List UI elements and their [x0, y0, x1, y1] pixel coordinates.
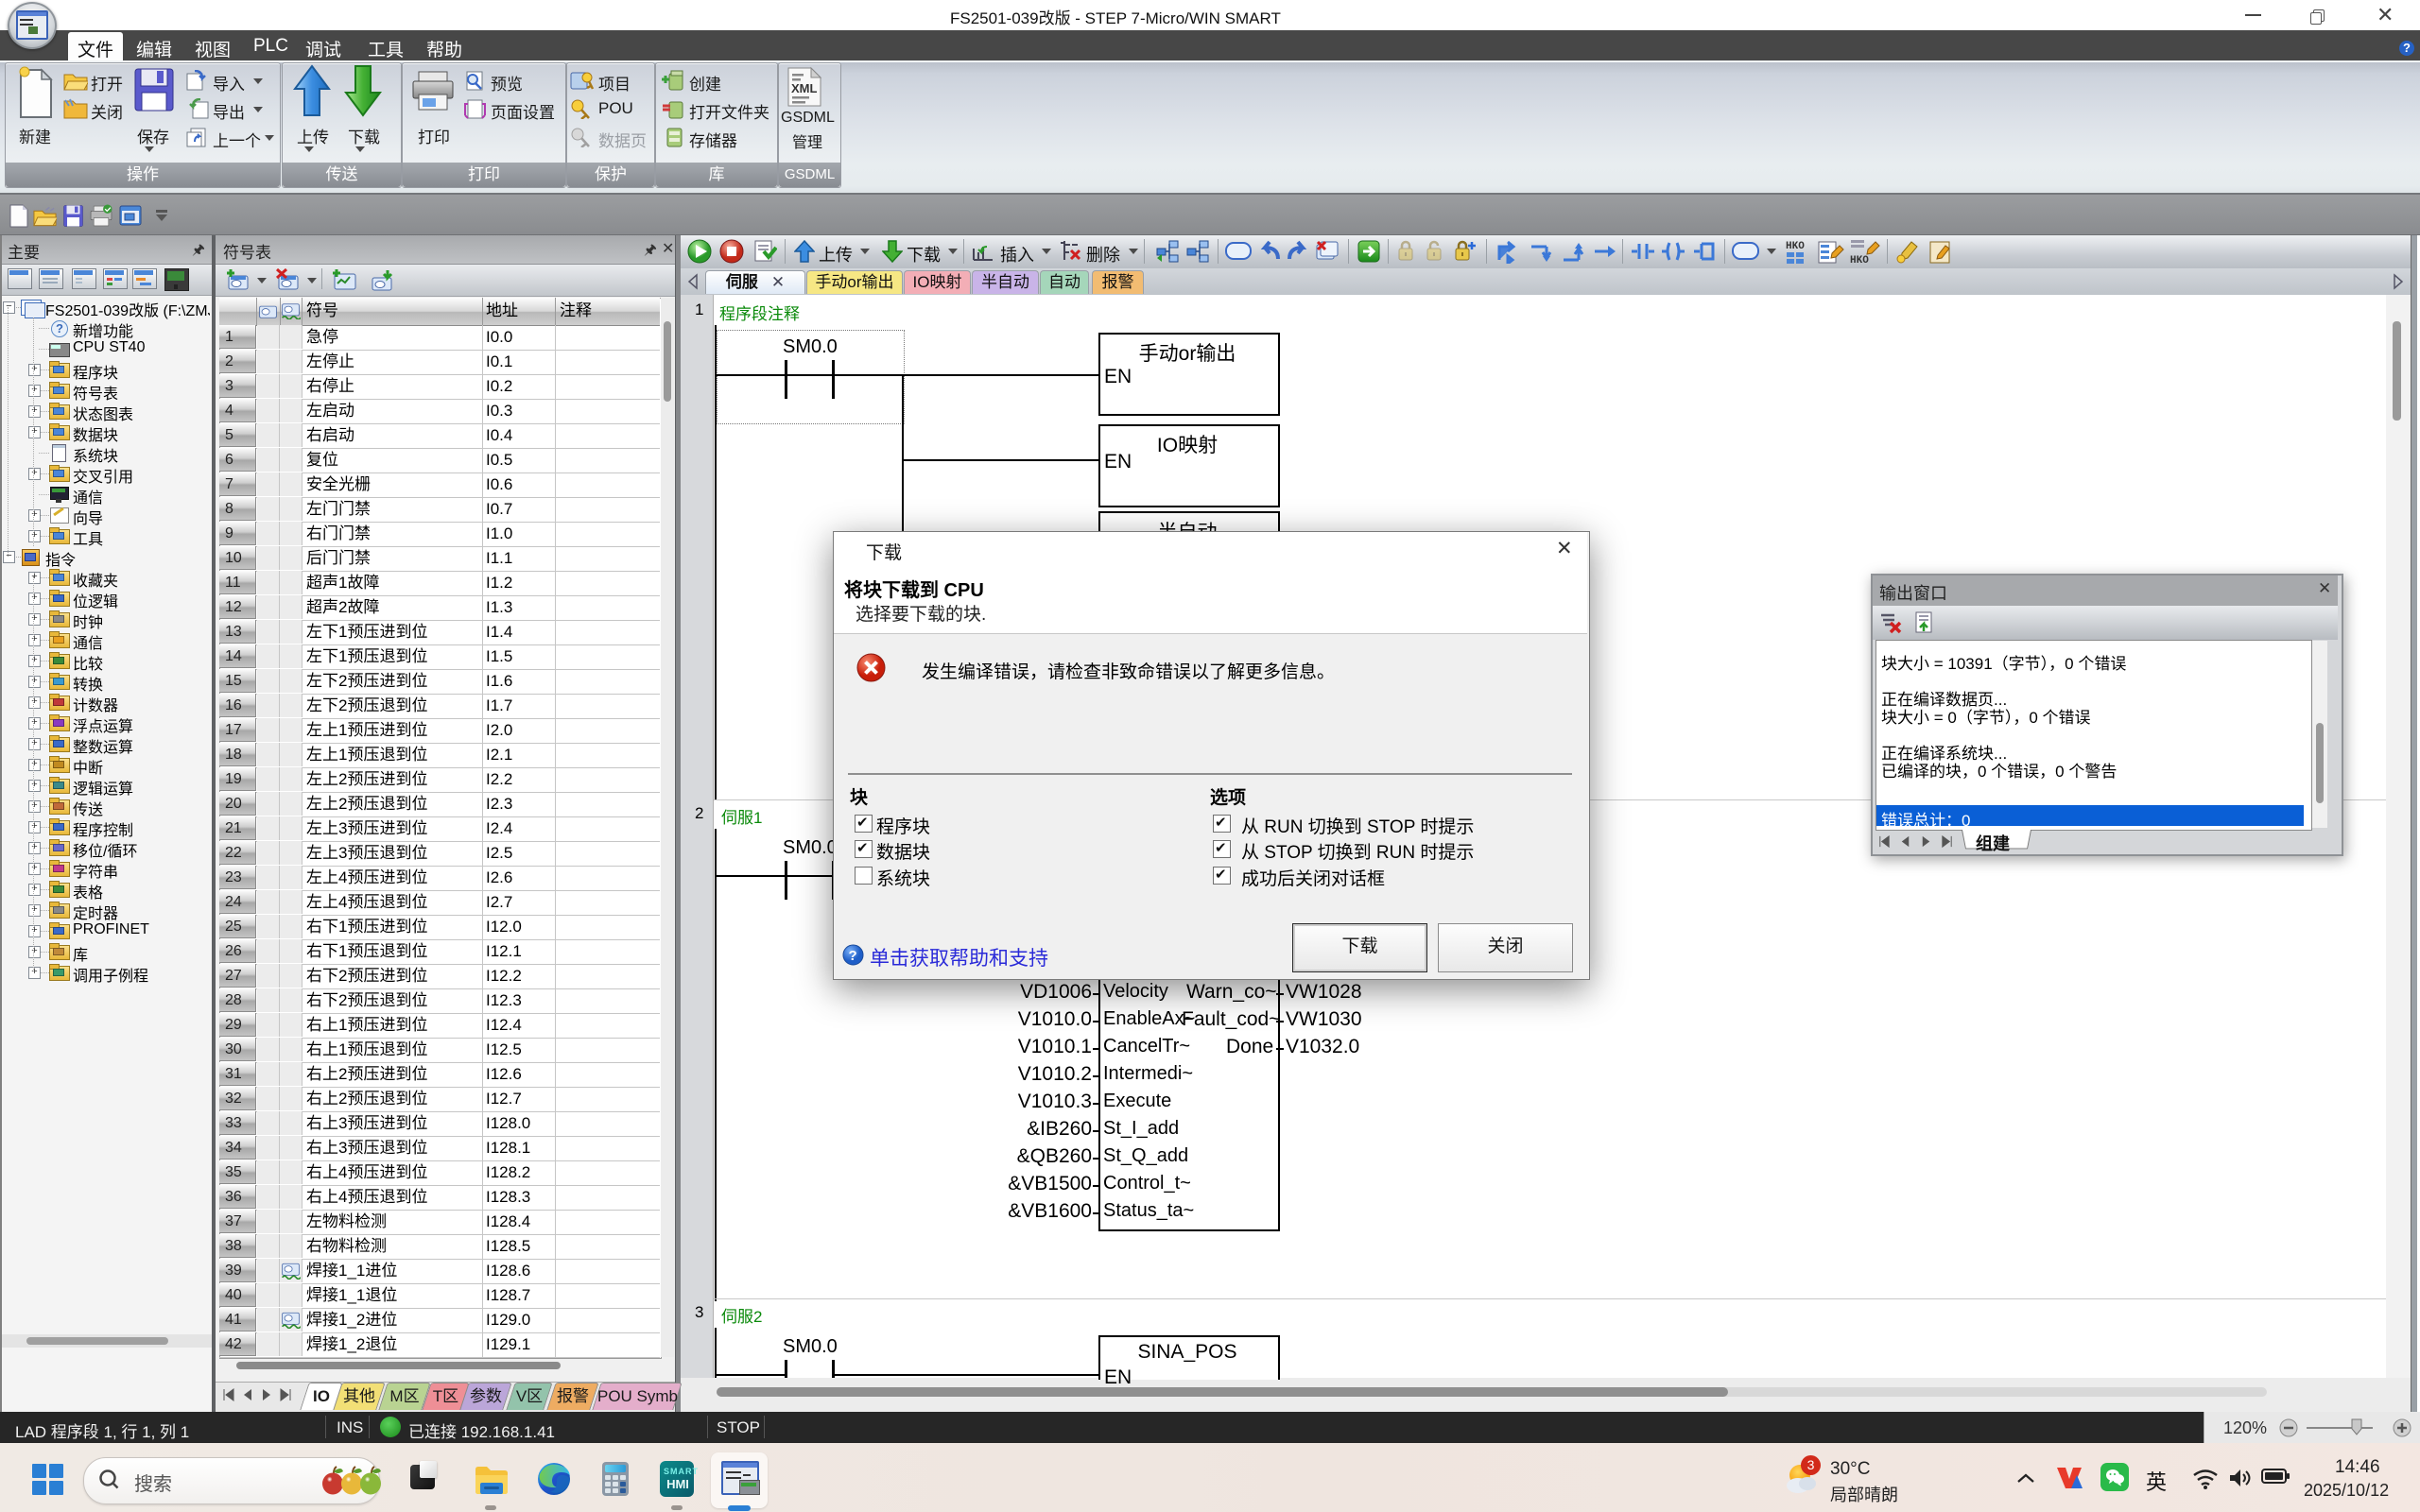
svg-text:HKO: HKO [1786, 241, 1805, 252]
svg-text:HKO: HKO [1850, 255, 1869, 265]
svg-text:XML: XML [791, 81, 818, 95]
svg-text:?: ? [849, 948, 857, 964]
